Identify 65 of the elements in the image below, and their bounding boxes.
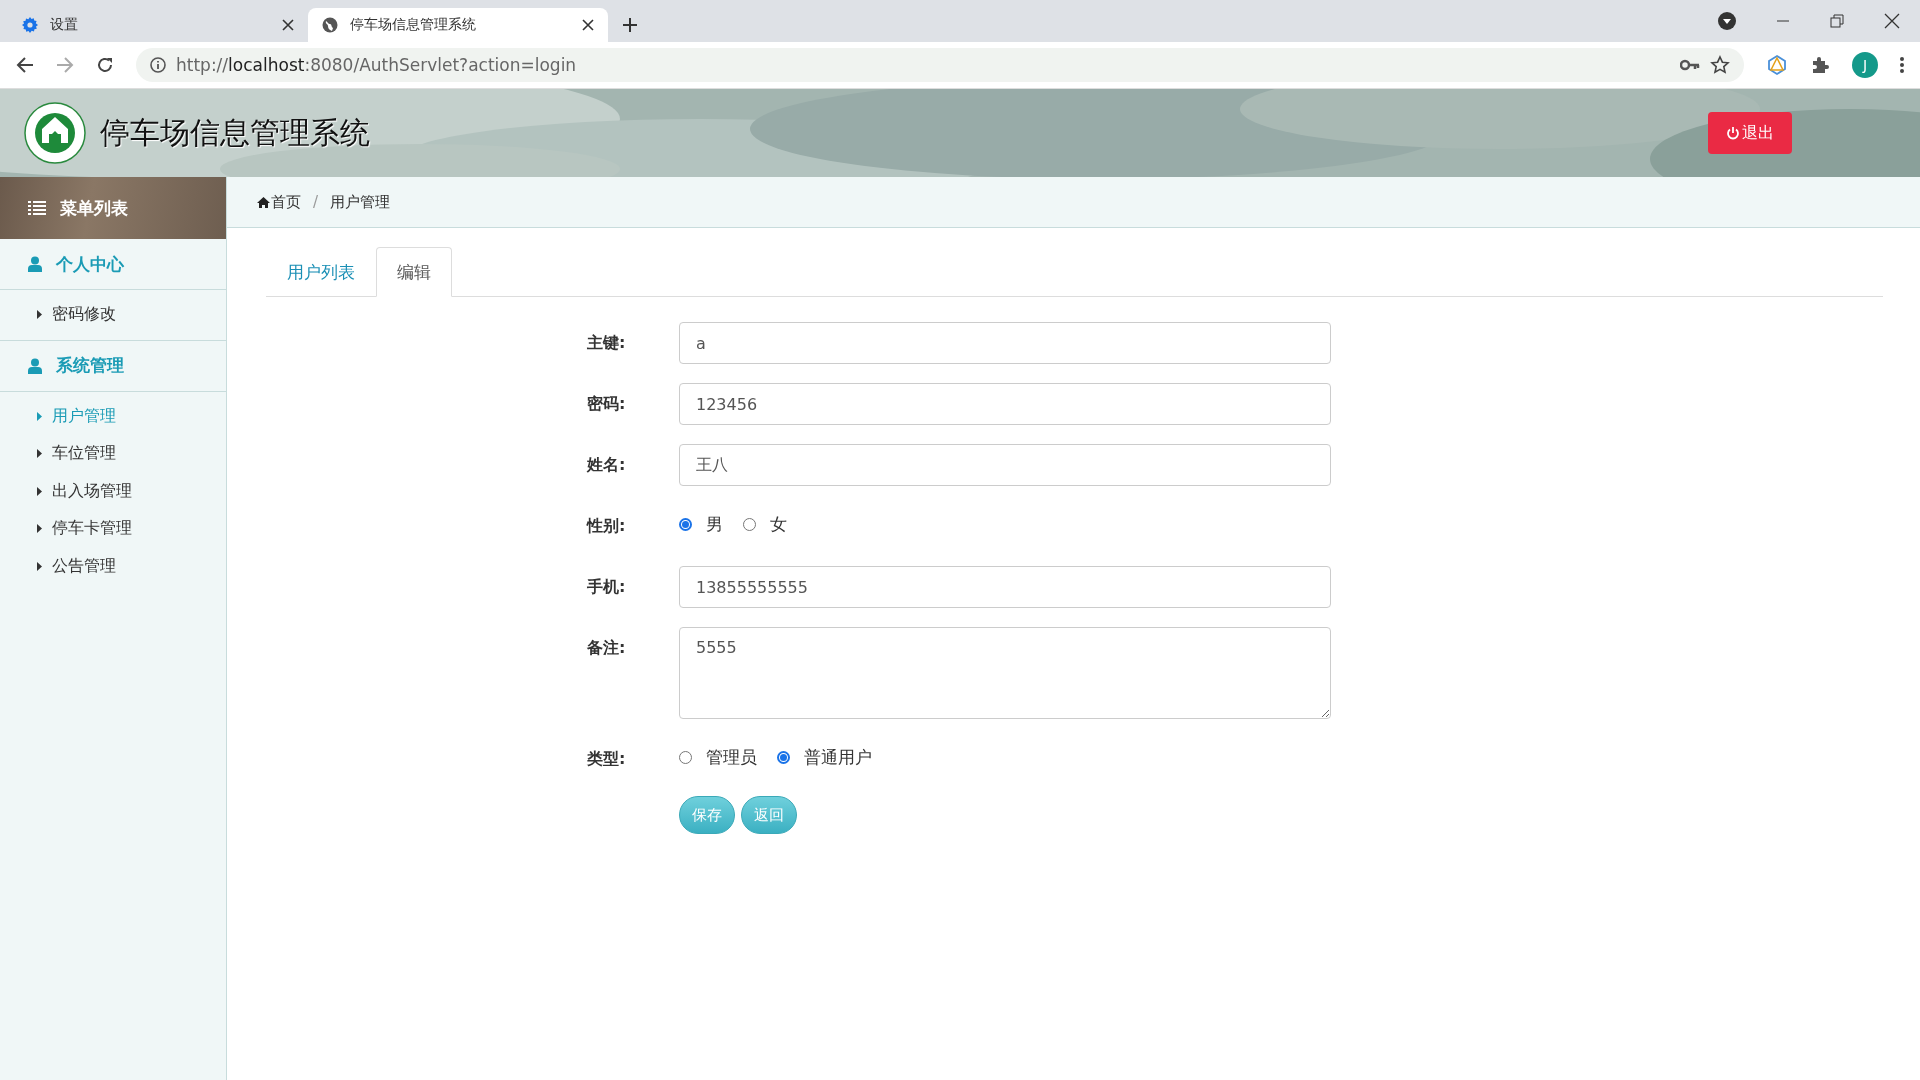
more-icon[interactable] [1900, 57, 1904, 73]
radio-button[interactable] [679, 750, 692, 764]
radio-button[interactable] [777, 750, 790, 764]
close-icon[interactable] [582, 19, 594, 31]
key-icon[interactable] [1680, 59, 1700, 71]
reload-icon[interactable] [96, 56, 114, 74]
radio-label: 女 [770, 512, 787, 536]
menu-item[interactable]: 出入场管理 [0, 472, 226, 510]
breadcrumb-link[interactable]: 首页 [257, 192, 301, 212]
caret-icon [37, 561, 42, 571]
tab[interactable]: 用户列表 [266, 247, 376, 297]
field-label: 密码: [587, 393, 627, 415]
browser-tab[interactable]: 停车场信息管理系统 [308, 8, 608, 42]
input-field[interactable]: 13855555555 [679, 566, 1331, 608]
caret-icon [37, 310, 42, 320]
field-label: 手机: [587, 576, 627, 598]
caret-icon [37, 524, 42, 534]
power-icon [1726, 126, 1740, 140]
caret-icon [37, 411, 42, 421]
radio-button[interactable] [679, 517, 692, 531]
menu-title: 菜单列表 [60, 196, 128, 220]
field-label: 姓名: [587, 454, 627, 476]
text-area[interactable]: 5555 [679, 627, 1331, 719]
caret-icon [37, 486, 42, 496]
tab[interactable]: 编辑 [376, 247, 452, 297]
user-icon [28, 357, 42, 374]
browser-tab[interactable]: 设置 [8, 8, 308, 42]
input-field[interactable]: 123456 [679, 383, 1331, 425]
radio-button[interactable] [743, 517, 756, 531]
profile-avatar[interactable]: J [1852, 52, 1878, 78]
app-title: 停车场信息管理系统 [100, 113, 371, 152]
input-field[interactable]: 王八 [679, 444, 1331, 486]
field-label: 主键: [587, 332, 627, 354]
gear-icon [22, 17, 38, 33]
list-icon [28, 201, 46, 215]
breadcrumb-separator: / [313, 193, 319, 211]
radio-label: 男 [706, 512, 723, 536]
menu-item[interactable]: 停车卡管理 [0, 510, 226, 548]
address-bar[interactable]: http://localhost:8080/AuthServlet?action=login [136, 48, 1744, 82]
user-icon [28, 256, 42, 272]
info-icon[interactable] [150, 57, 166, 73]
field-label: 类型: [587, 748, 627, 770]
tab-search-icon[interactable] [1718, 12, 1736, 30]
new-tab-icon[interactable] [622, 17, 638, 33]
caret-icon [37, 449, 42, 459]
menu-item[interactable]: 车位管理 [0, 435, 226, 473]
extension-icon[interactable] [1766, 54, 1788, 76]
field-label: 备注: [587, 637, 627, 659]
logo-icon [24, 102, 86, 164]
home-icon [257, 196, 270, 208]
logout-button[interactable]: 退出 [1708, 112, 1792, 154]
menu-item[interactable]: 公告管理 [0, 547, 226, 585]
field-label: 性别: [587, 515, 627, 537]
close-icon[interactable] [282, 19, 294, 31]
menu-item[interactable]: 密码修改 [0, 296, 226, 334]
puzzle-icon[interactable] [1810, 55, 1830, 75]
input-field[interactable]: a [679, 322, 1331, 364]
star-icon[interactable] [1710, 55, 1730, 75]
close-icon[interactable] [1884, 13, 1900, 29]
globe-icon [322, 17, 338, 33]
breadcrumb-item: 用户管理 [330, 192, 391, 212]
restore-icon[interactable] [1830, 14, 1844, 28]
radio-label: 管理员 [706, 745, 757, 769]
radio-label: 普通用户 [804, 745, 872, 769]
back-icon[interactable] [16, 56, 34, 74]
